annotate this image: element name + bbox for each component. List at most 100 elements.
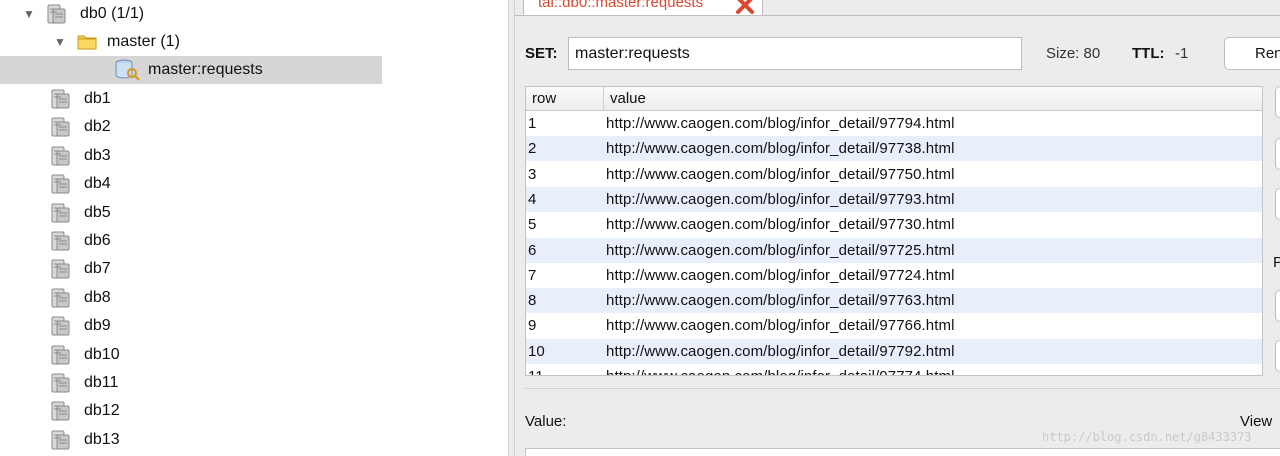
table-row[interactable]: 8 http://www.caogen.com/blog/infor_detail… [526, 288, 1262, 314]
database-icon [51, 430, 70, 450]
tree-item-label: db11 [84, 374, 119, 391]
page-prev-button[interactable] [1275, 290, 1280, 322]
value-cell: http://www.caogen.com/blog/infor_detail/… [606, 165, 955, 183]
row-number-cell: 6 [528, 241, 537, 259]
row-number-cell: 11 [528, 364, 598, 375]
key-name-input[interactable] [568, 37, 1022, 70]
table-row[interactable]: 3 http://www.caogen.com/blog/infor_detail… [526, 162, 1262, 187]
table-row[interactable]: 11 http://www.caogen.com/blog/infor_detai… [526, 364, 1262, 375]
tree-item-db[interactable]: db2 [0, 113, 508, 141]
close-icon[interactable] [734, 0, 756, 16]
column-header-row[interactable]: row [526, 87, 604, 111]
expand-arrow-icon[interactable]: ▼ [53, 35, 67, 49]
row-number-cell: 1 [528, 115, 537, 132]
tree-item-db[interactable]: db13 [0, 426, 508, 454]
table-row[interactable]: 9 http://www.caogen.com/blog/infor_detail… [526, 313, 1262, 338]
tree-item-label: db9 [84, 317, 111, 335]
expand-arrow-icon[interactable]: ▼ [22, 7, 36, 21]
table-row[interactable]: 6 http://www.caogen.com/blog/infor_detail… [526, 237, 1262, 263]
tree-item-db[interactable]: db1 [0, 85, 508, 113]
tree-item-label: db7 [84, 260, 111, 278]
reload-button[interactable] [1275, 188, 1280, 220]
database-icon [51, 89, 70, 109]
value-cell: http://www.caogen.com/blog/infor_detail/… [606, 140, 955, 158]
database-icon [51, 373, 70, 393]
tree-item-label: db6 [84, 232, 111, 249]
tree-item-db[interactable]: db6 [0, 227, 508, 255]
value-cell: http://www.caogen.com/blog/infor_detail/… [606, 364, 1256, 375]
table-row[interactable]: 5 http://www.caogen.com/blog/infor_detail… [526, 212, 1262, 237]
tree-item-label: db2 [84, 118, 111, 136]
page-next-button[interactable] [1275, 340, 1280, 372]
tree-item-label: db4 [84, 175, 111, 193]
row-number-cell: 4 [528, 190, 537, 208]
database-icon [51, 259, 70, 279]
tree-item-db[interactable]: db4 [0, 170, 508, 198]
add-row-button[interactable] [1275, 86, 1280, 118]
row-number-cell: 10 [528, 342, 545, 360]
row-number-cell: 9 [528, 317, 537, 335]
database-icon [51, 146, 70, 166]
ttl-value: -1 [1175, 45, 1189, 62]
database-icon [51, 316, 70, 336]
ttl-label: TTL: [1132, 45, 1165, 62]
tree-item-label: db0 (1/1) [80, 5, 145, 22]
tree-item-db[interactable]: db8 [0, 284, 508, 312]
table-row[interactable]: 4 http://www.caogen.com/blog/infor_detail… [526, 186, 1262, 212]
tab-key-requests[interactable]: tal::db0::master:requests [523, 0, 763, 16]
tree-item-label: db8 [84, 288, 111, 306]
tree-item-db[interactable]: db7 [0, 255, 508, 283]
column-header-value[interactable]: value [604, 87, 1262, 111]
value-cell: http://www.caogen.com/blog/infor_detail/… [606, 216, 955, 234]
tree-item-db[interactable]: db9 [0, 312, 508, 340]
table-header: row value [526, 87, 1262, 111]
table-row[interactable]: 2 http://www.caogen.com/blog/infor_detail… [526, 136, 1262, 162]
value-editor[interactable] [525, 448, 1280, 456]
tree-item-label: db13 [84, 430, 120, 448]
database-icon [51, 345, 70, 365]
table-row[interactable]: 10 http://www.caogen.com/blog/infor_detai… [526, 338, 1262, 364]
tree-item-folder-master[interactable]: ▼ master (1) [0, 28, 508, 56]
key-type-label: SET: [525, 45, 558, 62]
table-row[interactable]: 7 http://www.caogen.com/blog/infor_detail… [526, 263, 1262, 288]
database-icon [51, 174, 70, 194]
tree-item-db[interactable]: db3 [0, 142, 508, 170]
folder-icon [77, 35, 97, 50]
row-number-cell: 7 [528, 266, 537, 284]
row-number-cell: 5 [528, 216, 537, 234]
tree-item-label: master (1) [107, 33, 180, 50]
value-cell: http://www.caogen.com/blog/infor_detail/… [606, 266, 955, 284]
row-number-cell: 2 [528, 140, 537, 158]
tree-item-db0[interactable]: ▼ db0 (1/1) [0, 0, 508, 28]
tree-item-label: db12 [84, 402, 120, 420]
key-icon [115, 59, 140, 81]
side-label: P [1273, 254, 1280, 271]
value-label: Value: [525, 413, 567, 430]
tab-title: tal::db0::master:requests [538, 0, 704, 11]
rename-button[interactable]: Ren [1224, 37, 1280, 70]
database-icon [51, 203, 70, 223]
tree-item-db[interactable]: db5 [0, 199, 508, 227]
database-icon [47, 4, 66, 24]
panel-splitter[interactable] [508, 0, 515, 456]
tree-item-db[interactable]: db10 [0, 341, 508, 369]
value-cell: http://www.caogen.com/blog/infor_detail/… [606, 292, 955, 310]
row-number-cell: 3 [528, 165, 537, 183]
delete-row-button[interactable] [1275, 138, 1280, 170]
size-text: Size: 80 [1046, 45, 1101, 62]
database-icon [51, 288, 70, 308]
tree-item-db[interactable]: db12 [0, 397, 508, 425]
tree-item-label: db1 [84, 90, 111, 107]
table-row[interactable]: 1 http://www.caogen.com/blog/infor_detail… [526, 111, 1262, 136]
tab-bar: tal::db0::master:requests [515, 0, 1280, 16]
database-icon [51, 231, 70, 251]
value-cell: http://www.caogen.com/blog/infor_detail/… [606, 115, 955, 132]
tree-item-key-master-requests[interactable]: master:requests [0, 56, 382, 84]
value-cell: http://www.caogen.com/blog/infor_detail/… [606, 342, 955, 360]
database-icon [51, 401, 70, 421]
value-cell: http://www.caogen.com/blog/infor_detail/… [606, 190, 955, 208]
key-detail-panel: tal::db0::master:requests SET: Size: 80 … [515, 0, 1280, 456]
key-tree: ▼ db0 (1/1) ▼ master (1) master:requests… [0, 0, 508, 456]
tree-item-db[interactable]: db11 [0, 369, 508, 397]
value-cell: http://www.caogen.com/blog/infor_detail/… [606, 317, 955, 335]
